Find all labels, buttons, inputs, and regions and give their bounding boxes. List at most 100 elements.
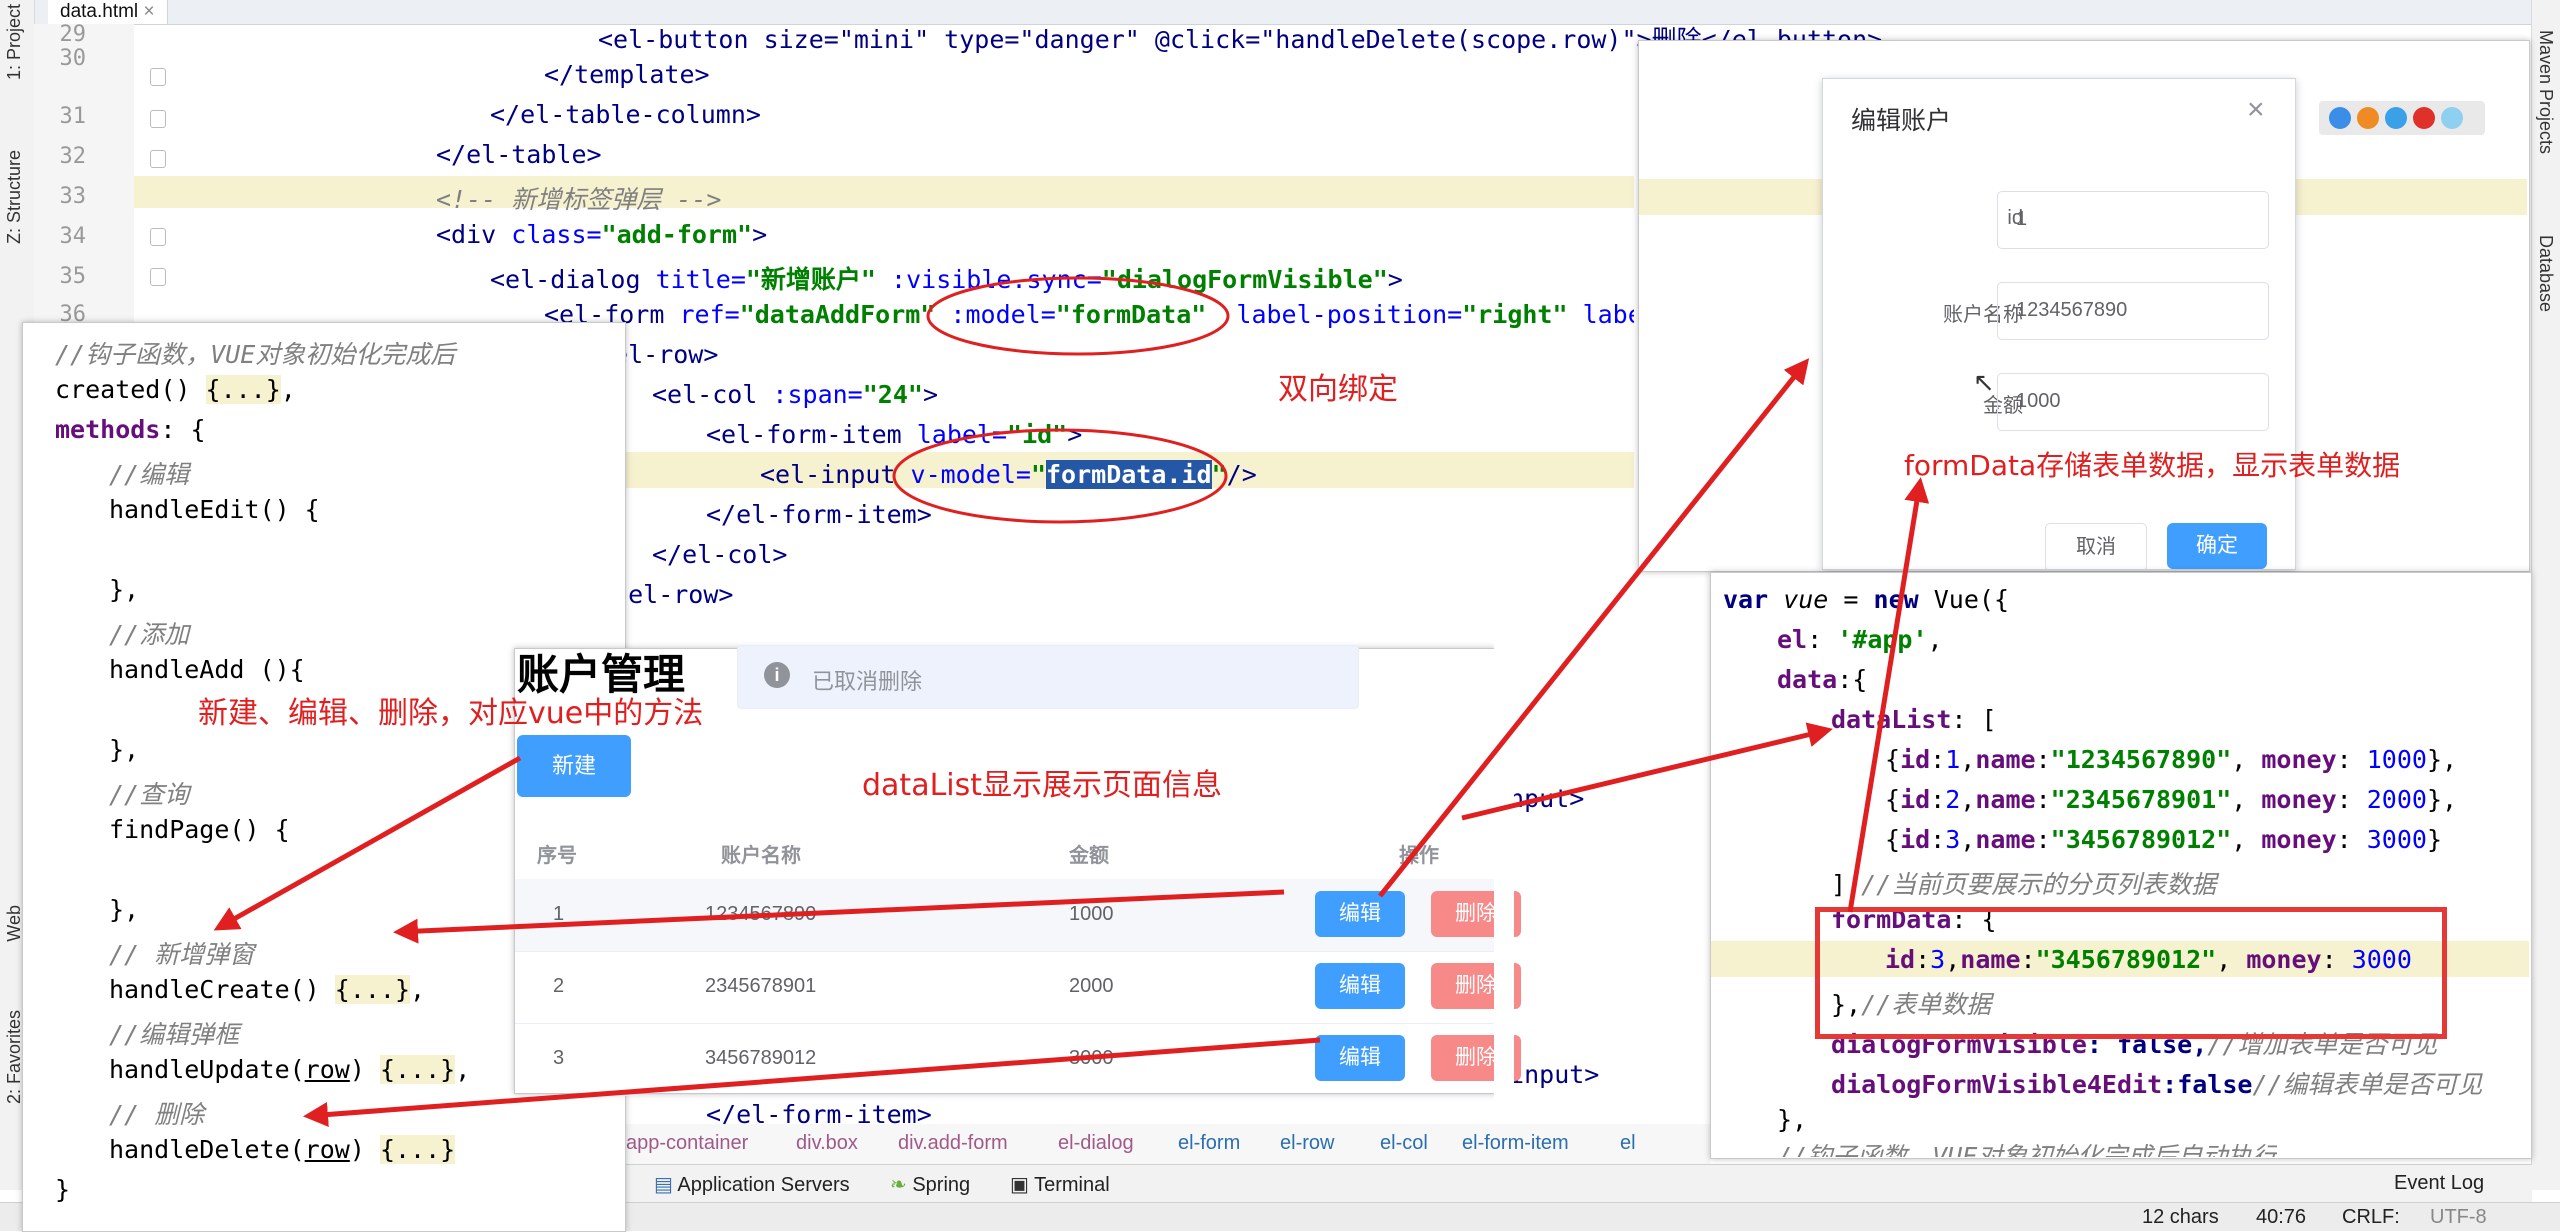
code-line[interactable]: <div class="add-form"> <box>436 220 767 249</box>
code-line[interactable]: <el-dialog title="新增账户" :visible.sync="d… <box>490 260 1403 296</box>
formdata-highlight-box <box>1815 907 2447 1039</box>
tool-label: Application Servers <box>677 1174 850 1196</box>
code-function: handleDelete( <box>109 1135 305 1164</box>
code-comment[interactable]: <!-- 新增标签弹层 --> <box>436 180 721 216</box>
row-name: 2345678901 <box>705 975 817 997</box>
edit-button[interactable]: 编辑 <box>1315 1035 1405 1081</box>
tool-label: Spring <box>912 1174 971 1196</box>
status-encoding[interactable]: UTF-8 <box>2430 1206 2487 1229</box>
code-punct: , <box>1927 625 1943 654</box>
code-line: created() {...}, <box>55 375 296 404</box>
column-header: 金额 <box>1069 845 1109 867</box>
fold-marker[interactable] <box>150 228 166 246</box>
tool-tab-database[interactable]: Database <box>2535 235 2556 312</box>
edit-button[interactable]: 编辑 <box>1315 963 1405 1009</box>
firefox-icon[interactable] <box>2357 107 2379 129</box>
code-line[interactable]: </el-table-column> <box>490 100 761 129</box>
code-tag-end: > <box>922 380 938 409</box>
panel-clip <box>1494 640 1514 1100</box>
code-tag-end: /> <box>1226 460 1257 489</box>
tool-event-log[interactable]: Event Log <box>2394 1172 2484 1195</box>
status-line-separator[interactable]: CRLF: <box>2342 1206 2400 1229</box>
chrome-icon[interactable] <box>2329 107 2351 129</box>
code-line[interactable]: </el-table> <box>436 140 602 169</box>
code-line[interactable]: </el-col> <box>652 540 787 569</box>
table-header: 序号 账户名称 金额 操作 <box>515 827 1495 879</box>
code-comment: //编辑 <box>109 460 190 489</box>
breadcrumb-item[interactable]: el-dialog <box>1058 1132 1134 1155</box>
tool-tab-maven[interactable]: Maven Projects <box>2535 30 2556 154</box>
status-position[interactable]: 40:76 <box>2256 1206 2306 1229</box>
opera-icon[interactable] <box>2413 107 2435 129</box>
code-key: dialogFormVisible4Edit <box>1831 1070 2163 1099</box>
breadcrumb-item[interactable]: el-form-item <box>1462 1132 1569 1155</box>
safari-icon[interactable] <box>2385 107 2407 129</box>
breadcrumb-item[interactable]: div.add-form <box>898 1132 1008 1155</box>
breadcrumb-item[interactable]: el-col <box>1380 1132 1428 1155</box>
code-line: {id:1,name:"1234567890", money: 1000}, <box>1885 745 2458 774</box>
file-tab-label: data.html <box>60 1 139 22</box>
code-line[interactable]: <el-form-item label="id"> <box>706 420 1082 449</box>
tool-spring[interactable]: ❧ Spring <box>890 1172 970 1197</box>
code-line: ],//当前页要展示的分页列表数据 <box>1831 865 2216 901</box>
folded-code[interactable]: {...} <box>379 1055 456 1084</box>
table-row[interactable]: 3 3456789012 3000 编辑 删除 <box>515 1023 1521 1096</box>
code-line[interactable]: <el-input v-model="formData.id"/> <box>760 460 1257 489</box>
table-row[interactable]: 2 2345678901 2000 编辑 删除 <box>515 951 1521 1024</box>
close-icon[interactable]: × <box>143 1 154 22</box>
confirm-button[interactable]: 确定 <box>2167 523 2267 569</box>
id-input[interactable]: 1 <box>1997 191 2269 249</box>
cancel-button[interactable]: 取消 <box>2045 523 2147 571</box>
spring-icon: ❧ <box>890 1174 907 1196</box>
tool-tab-project[interactable]: 1: Project <box>4 4 25 80</box>
code-line[interactable]: </template> <box>544 60 710 89</box>
code-punct: : <box>1807 625 1838 654</box>
close-icon[interactable]: × <box>2247 93 2265 127</box>
code-punct: ], <box>1831 870 1862 899</box>
table-row[interactable]: 1 1234567890 1000 编辑 删除 <box>515 879 1521 952</box>
code-comment: //查询 <box>109 780 190 809</box>
annotation-binding: 双向绑定 <box>1278 372 1398 407</box>
code-line: handleCreate() {...}, <box>109 975 425 1004</box>
tool-terminal[interactable]: ▣ Terminal <box>1010 1172 1110 1197</box>
fold-marker[interactable] <box>150 150 166 168</box>
money-input[interactable]: 1000 <box>1997 373 2269 431</box>
line-number: 29 <box>59 22 87 47</box>
fold-marker[interactable] <box>150 68 166 86</box>
folded-code[interactable]: {...} <box>205 375 281 404</box>
file-tab[interactable]: data.html × <box>48 0 168 24</box>
fold-marker[interactable] <box>150 268 166 286</box>
edit-button[interactable]: 编辑 <box>1315 891 1405 937</box>
new-button[interactable]: 新建 <box>517 735 631 797</box>
row-money: 1000 <box>1069 903 1114 925</box>
vue-data-code-panel: var vue = new Vue({ el: '#app', data:{ d… <box>1710 572 2532 1159</box>
code-string: " <box>1030 460 1046 489</box>
folded-code[interactable]: {...} <box>379 1135 456 1164</box>
code-line[interactable]: </el-form-item> <box>706 500 932 529</box>
code-string: "right" <box>1462 300 1568 329</box>
code-line[interactable]: <el-col :span="24"> <box>652 380 938 409</box>
breadcrumb-item[interactable]: div.box <box>796 1132 858 1155</box>
tool-application-servers[interactable]: ▤ Application Servers <box>654 1172 850 1197</box>
breadcrumb-item[interactable]: el <box>1620 1132 1636 1155</box>
code-tag-end: > <box>1387 265 1403 294</box>
breadcrumb-item[interactable]: el-form <box>1178 1132 1240 1155</box>
breadcrumb-item[interactable]: app-container <box>626 1132 748 1155</box>
folded-code[interactable]: {...} <box>334 975 411 1004</box>
code-comment: //钩子函数，VUE对象初始化完成后 <box>55 340 456 369</box>
code-keyword: var <box>1723 585 1769 614</box>
row-money: 2000 <box>1069 975 1114 997</box>
line-number: 33 <box>59 184 87 209</box>
edge-icon[interactable] <box>2441 107 2463 129</box>
breadcrumb-item[interactable]: el-row <box>1280 1132 1334 1155</box>
code-line[interactable]: <el-form ref="dataAddForm" :model="formD… <box>544 300 1634 329</box>
code-comment: // 删除 <box>109 1100 205 1129</box>
code-string: "dataAddForm" <box>739 300 936 329</box>
tool-tab-structure[interactable]: Z: Structure <box>4 150 25 244</box>
selected-text[interactable]: formData.id <box>1046 460 1212 489</box>
line-number: 30 <box>59 46 87 71</box>
code-key: data <box>1777 665 1838 694</box>
fold-marker[interactable] <box>150 110 166 128</box>
account-name-input[interactable]: 1234567890 <box>1997 282 2269 340</box>
browser-icons <box>2319 101 2485 135</box>
